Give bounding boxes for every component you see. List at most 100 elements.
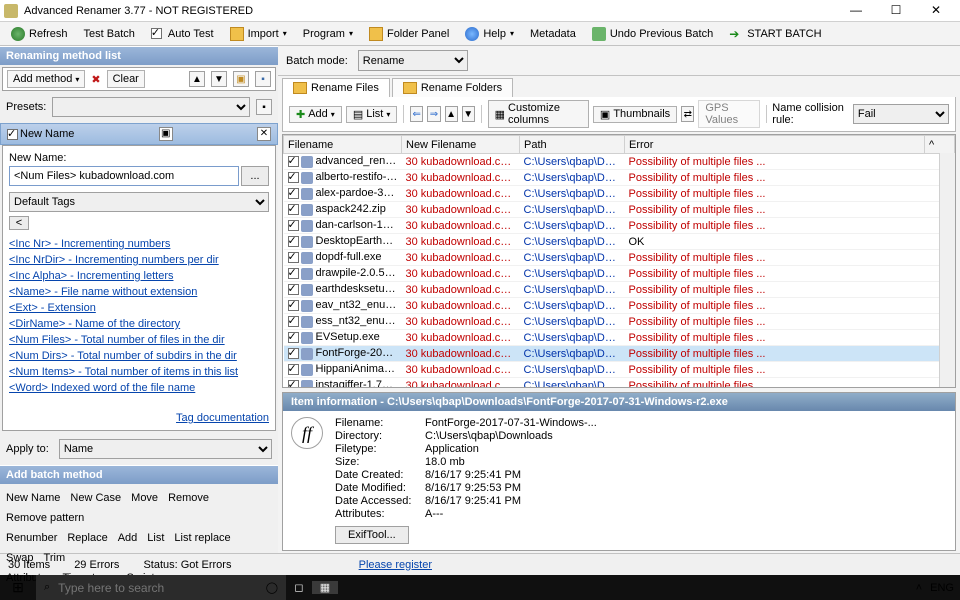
taskbar-search[interactable]: ⌕ ◯ (36, 575, 286, 600)
col-path[interactable]: Path (520, 136, 625, 154)
file-grid[interactable]: Filename New Filename Path Error ^ advan… (282, 134, 956, 388)
table-row[interactable]: advanced_renamer...30 kubadownload.com.e… (284, 154, 955, 170)
collision-select[interactable]: Fail (853, 104, 949, 124)
auto-test-toggle[interactable]: Auto Test (144, 25, 221, 43)
arrow-right-icon[interactable]: ⇒ (427, 106, 440, 122)
batch-method-link[interactable]: Add (118, 528, 138, 548)
lang-indicator[interactable]: ENG (930, 582, 954, 594)
import-menu[interactable]: Import▾ (223, 24, 294, 44)
table-row[interactable]: dopdf-full.exe30 kubadownload.com.exeC:\… (284, 250, 955, 266)
list-menu[interactable]: ▤List▾ (346, 106, 398, 123)
window-minimize[interactable]: — (836, 0, 876, 22)
folder-panel-button[interactable]: Folder Panel (362, 24, 456, 44)
move-down-icon[interactable]: ▼ (211, 71, 227, 87)
metadata-button[interactable]: Metadata (523, 25, 583, 43)
close-icon[interactable]: ✕ (257, 127, 271, 141)
search-input[interactable] (58, 581, 258, 595)
help-menu[interactable]: Help▾ (458, 24, 521, 44)
batch-mode-select[interactable]: Rename (358, 50, 468, 71)
thumbnails-button[interactable]: ▣Thumbnails (593, 106, 677, 123)
batch-method-link[interactable]: Remove (168, 488, 209, 508)
tag-link[interactable]: <Num Files> - Total number of files in t… (9, 332, 269, 348)
table-row[interactable]: eav_nt32_enu.exe30 kubadownload.com.exeC… (284, 298, 955, 314)
tag-link[interactable]: <Inc NrDir> - Incrementing numbers per d… (9, 252, 269, 268)
batch-method-link[interactable]: List replace (174, 528, 230, 548)
folder-icon (403, 82, 417, 94)
table-row[interactable]: EVSetup.exe30 kubadownload.com.exeC:\Use… (284, 330, 955, 346)
insert-tag-button[interactable]: < (9, 216, 29, 230)
register-link[interactable]: Please register (359, 559, 432, 571)
move-up-icon[interactable]: ▲ (445, 106, 458, 122)
windows-taskbar[interactable]: ⊞ ⌕ ◯ ◻ ▦ ˄ ENG (0, 575, 960, 600)
col-filename[interactable]: Filename (284, 136, 402, 154)
table-row[interactable]: DesktopEarthSetup...30 kubadownload.com.… (284, 234, 955, 250)
rename-pairs-icon[interactable]: ⇄ (681, 106, 694, 122)
program-menu[interactable]: Program▾ (296, 25, 360, 43)
clear-button[interactable]: Clear (107, 70, 145, 88)
table-row[interactable]: earthdesksetup-win...30 kubadownload.com… (284, 282, 955, 298)
table-row[interactable]: alberto-restifo-451...30 kubadownload.co… (284, 170, 955, 186)
newname-input[interactable] (9, 166, 239, 186)
batch-method-link[interactable]: Replace (67, 528, 107, 548)
tag-link[interactable]: <Num Dirs> - Total number of subdirs in … (9, 348, 269, 364)
col-newfilename[interactable]: New Filename (402, 136, 520, 154)
window-close[interactable]: ✕ (916, 0, 956, 22)
batch-method-link[interactable]: List (147, 528, 164, 548)
batch-method-link[interactable]: New Name (6, 488, 60, 508)
open-icon[interactable]: ▣ (233, 71, 249, 87)
table-row[interactable]: dan-carlson-141263...30 kubadownload.com… (284, 218, 955, 234)
col-tail[interactable]: ^ (925, 136, 955, 154)
task-view-icon[interactable]: ◻ (286, 581, 312, 594)
batch-method-link[interactable]: Move (131, 488, 158, 508)
tab-rename-folders[interactable]: Rename Folders (392, 78, 513, 97)
batch-method-link[interactable]: Renumber (6, 528, 57, 548)
table-row[interactable]: HippaniAnimator5.exe30 kubadownload.com.… (284, 362, 955, 378)
table-row[interactable]: aspack242.zip30 kubadownload.com.zipC:\U… (284, 202, 955, 218)
tag-link[interactable]: <Name> - File name without extension (9, 284, 269, 300)
customize-columns-button[interactable]: ▦Customize columns (488, 100, 589, 128)
app-taskbar-icon[interactable]: ▦ (312, 581, 338, 594)
start-button[interactable]: ⊞ (0, 579, 36, 596)
tab-rename-files[interactable]: Rename Files (282, 78, 390, 97)
tag-link[interactable]: <Inc Alpha> - Incrementing letters (9, 268, 269, 284)
move-up-icon[interactable]: ▲ (189, 71, 205, 87)
col-error[interactable]: Error (625, 136, 925, 154)
exiftool-button[interactable]: ExifTool... (335, 526, 409, 544)
more-button[interactable]: ... (241, 166, 269, 186)
default-tags-select[interactable]: Default Tags (9, 192, 269, 212)
save-icon[interactable]: ▪ (255, 71, 271, 87)
preset-save-icon[interactable]: ▪ (256, 99, 272, 115)
table-row[interactable]: ess_nt32_enu.exe30 kubadownload.com.exeC… (284, 314, 955, 330)
tray-chevron-icon[interactable]: ˄ (916, 582, 922, 594)
test-batch-button[interactable]: Test Batch (77, 25, 142, 43)
item-info: Item information - C:\Users\qbap\Downloa… (282, 392, 956, 551)
batch-method-link[interactable]: Remove pattern (6, 508, 84, 528)
delete-icon[interactable]: ✖ (91, 73, 100, 86)
collapse-icon[interactable]: ▣ (159, 127, 173, 141)
tag-link[interactable]: <Num Items> - Total number of items in t… (9, 364, 269, 380)
table-row[interactable]: FontForge-2017-07...30 kubadownload.com.… (284, 346, 955, 362)
tag-link[interactable]: <Ext> - Extension (9, 300, 269, 316)
batch-method-link[interactable]: New Case (70, 488, 121, 508)
tag-doc-link[interactable]: Tag documentation (176, 412, 269, 424)
window-maximize[interactable]: ☐ (876, 0, 916, 22)
checkbox-icon[interactable] (7, 129, 18, 140)
cortana-icon[interactable]: ◯ (266, 581, 278, 594)
undo-batch-button[interactable]: Undo Previous Batch (585, 24, 720, 44)
apply-to-select[interactable]: Name (59, 439, 272, 459)
tag-link[interactable]: <Word> Indexed word of the file name (9, 380, 269, 396)
start-batch-button[interactable]: ➔START BATCH (722, 24, 828, 44)
tag-link[interactable]: <Inc Nr> - Incrementing numbers (9, 236, 269, 252)
refresh-button[interactable]: Refresh (4, 24, 75, 44)
tag-link[interactable]: <DirName> - Name of the directory (9, 316, 269, 332)
table-row[interactable]: alex-pardoe-32870...30 kubadownload.com.… (284, 186, 955, 202)
add-method-button[interactable]: Add method▾ (7, 70, 85, 88)
scrollbar[interactable] (939, 153, 955, 387)
presets-select[interactable] (52, 97, 250, 117)
table-row[interactable]: drawpile-2.0.5.1-se...30 kubadownload.co… (284, 266, 955, 282)
move-down-icon[interactable]: ▼ (462, 106, 475, 122)
arrow-left-icon[interactable]: ⇐ (410, 106, 423, 122)
add-files-button[interactable]: ✚Add▾ (289, 106, 342, 123)
table-row[interactable]: instagiffer-1.75-set...30 kubadownload.c… (284, 378, 955, 389)
newname-section-header[interactable]: New Name ▣ ✕ (0, 123, 278, 145)
